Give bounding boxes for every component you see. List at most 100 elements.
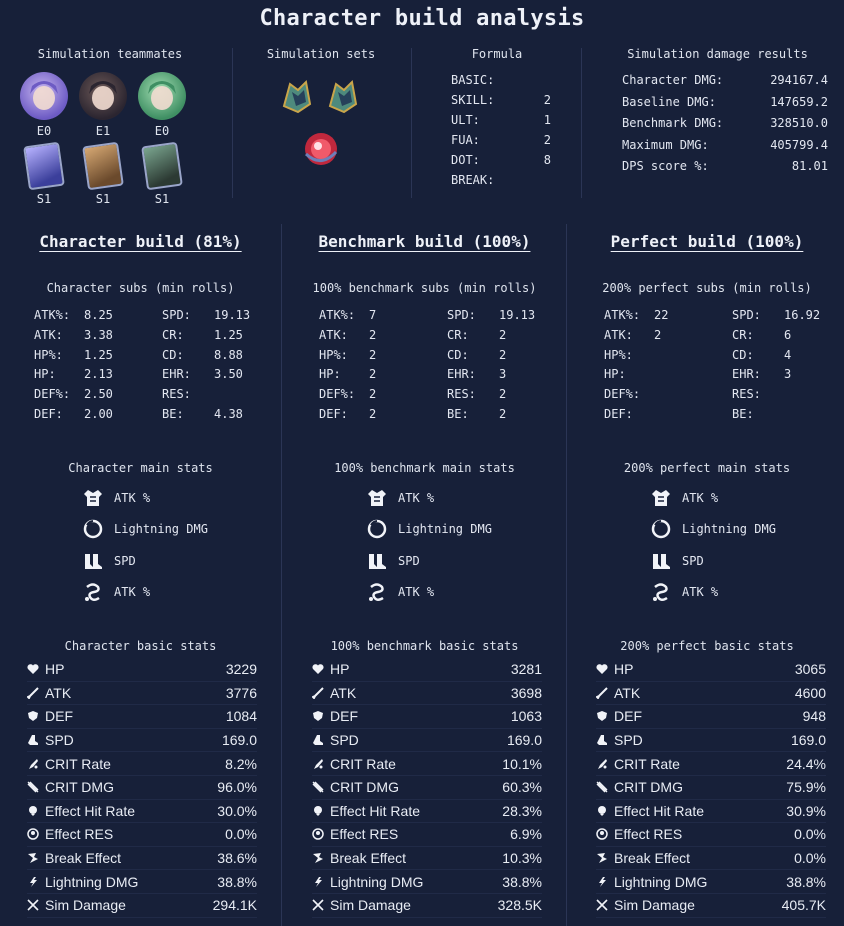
teammate-eidolon: E0 [154,124,170,138]
basic-stat-label-group: SPD [27,732,74,748]
substat-value: 7 [369,308,377,322]
divider [232,48,233,198]
substat-value [654,385,732,405]
substat-label: ATK: [319,327,348,342]
substat-label: EHR: [162,367,191,382]
body-armor-icon [648,485,674,511]
substat-label: DEF%: [34,387,71,402]
body-armor-icon [80,485,106,511]
crossed-swords-icon [312,899,324,911]
teammate[interactable]: E0 [20,72,68,138]
basic-stat-row: Break Effect 38.6% [27,847,257,871]
substat-row: DEF%: RES: [604,385,834,405]
main-stat-value: Lightning DMG [398,522,492,537]
basic-stat-row: CRIT DMG 75.9% [596,776,826,800]
formula-value: 8 [543,153,551,167]
basic-stat-label: CRIT Rate [614,755,680,772]
basic-stat-label-group: ATK [27,685,71,701]
basic-stat-label: Lightning DMG [614,873,708,890]
light-cone[interactable]: S1 [20,141,68,206]
basic-stat-row: Effect Hit Rate 28.3% [312,800,542,824]
build-title: Character build (81%) [39,232,242,251]
teammate-avatar[interactable] [79,72,127,120]
main-stat-row: ATK % [648,482,776,514]
basic-stat-label-group: SPD [596,732,643,748]
subs-title: 100% benchmark subs (min rolls) [312,281,537,295]
sword-icon [596,687,608,699]
basic-stat-label: SPD [614,732,643,749]
basic-stat-row: SPD 169.0 [312,729,542,753]
light-cone-image[interactable] [23,141,65,191]
basic-stat-row: Lightning DMG 38.8% [27,870,257,894]
basic-stat-value: 30.0% [217,802,257,819]
subs-title: 200% perfect subs (min rolls) [602,281,812,295]
basic-stat-value: 294.1K [212,897,257,914]
main-stat-row: Lightning DMG [80,514,208,546]
teammate-avatar[interactable] [138,72,186,120]
substat-label: HP: [604,367,626,382]
basic-stat-label: DEF [614,708,642,725]
light-cone-image[interactable] [141,141,183,191]
divider [281,224,282,926]
basic-stats-title: 100% benchmark basic stats [330,639,519,653]
crit-rate-icon [312,758,324,770]
substat-label: RES: [162,387,191,402]
teammate-avatar[interactable] [20,72,68,120]
teammates-panel: E0 E1 E0 S1 S1 S1 [20,72,200,212]
basic-stat-row: ATK 3776 [27,682,257,706]
basic-stat-label-group: Effect Hit Rate [312,803,420,819]
crit-dmg-icon [27,781,39,793]
substat-row: ATK: 2 CR: 2 [319,326,549,346]
basic-stat-value: 0.0% [225,826,257,843]
formula-label: SKILL: [451,93,495,107]
crossed-swords-icon [27,899,39,911]
light-cone-image[interactable] [82,141,124,191]
basic-stat-value: 3281 [510,661,542,678]
main-stats-list: ATK % Lightning DMG SPD ATK % [364,482,492,608]
page-title: Character build analysis [259,6,585,31]
main-stats-title: 200% perfect main stats [623,461,791,475]
basic-stat-label-group: Effect Hit Rate [27,803,135,819]
result-value: 81.01 [791,159,828,173]
formula-row: BASIC: [451,70,561,90]
teammate[interactable]: E0 [138,72,186,138]
light-cone[interactable]: S1 [138,141,186,206]
basic-stat-label-group: Effect Hit Rate [596,803,704,819]
basic-stat-row: Break Effect 0.0% [596,847,826,871]
substat-label: ATK%: [319,308,356,322]
body-armor-icon [364,485,390,511]
sword-icon [312,687,324,699]
substat-label: DEF: [319,406,348,421]
result-row: DPS score %: 81.01 [622,156,828,178]
light-cone-superimposition: S1 [36,192,52,206]
basic-stat-value: 0.0% [794,850,826,867]
basic-stat-row: HP 3229 [27,658,257,682]
substat-value: 19.13 [499,308,536,322]
basic-stat-value: 38.8% [786,873,826,890]
basic-stat-row: Effect RES 0.0% [27,823,257,847]
basic-stat-value: 169.0 [506,732,542,749]
substat-label: SPD: [447,308,476,322]
shield-icon [27,710,39,722]
relic-set-icon[interactable] [276,76,318,118]
planar-set-icon[interactable] [300,128,342,170]
basic-stat-label-group: HP [27,661,64,677]
substat-label: ATK: [34,327,63,342]
relic-set-icon[interactable] [322,76,364,118]
basic-stat-label: DEF [330,708,358,725]
result-row: Maximum DMG: 405799.4 [622,135,828,157]
substat-value [214,385,254,405]
effect-res-icon [27,828,39,841]
result-label: Benchmark DMG: [622,116,724,130]
teammate[interactable]: E1 [79,72,127,138]
substat-value: 2 [499,406,507,421]
sword-icon [27,687,39,699]
substat-row: HP%: 1.25 CD: 8.88 [34,346,264,366]
substat-value: 2 [499,387,507,402]
basic-stat-row: Sim Damage 405.7K [596,894,826,918]
basic-stat-label: Effect RES [45,826,114,843]
shield-icon [596,710,608,722]
rope-icon [364,579,390,605]
light-cone[interactable]: S1 [79,141,127,206]
substat-value: 3 [499,367,507,382]
